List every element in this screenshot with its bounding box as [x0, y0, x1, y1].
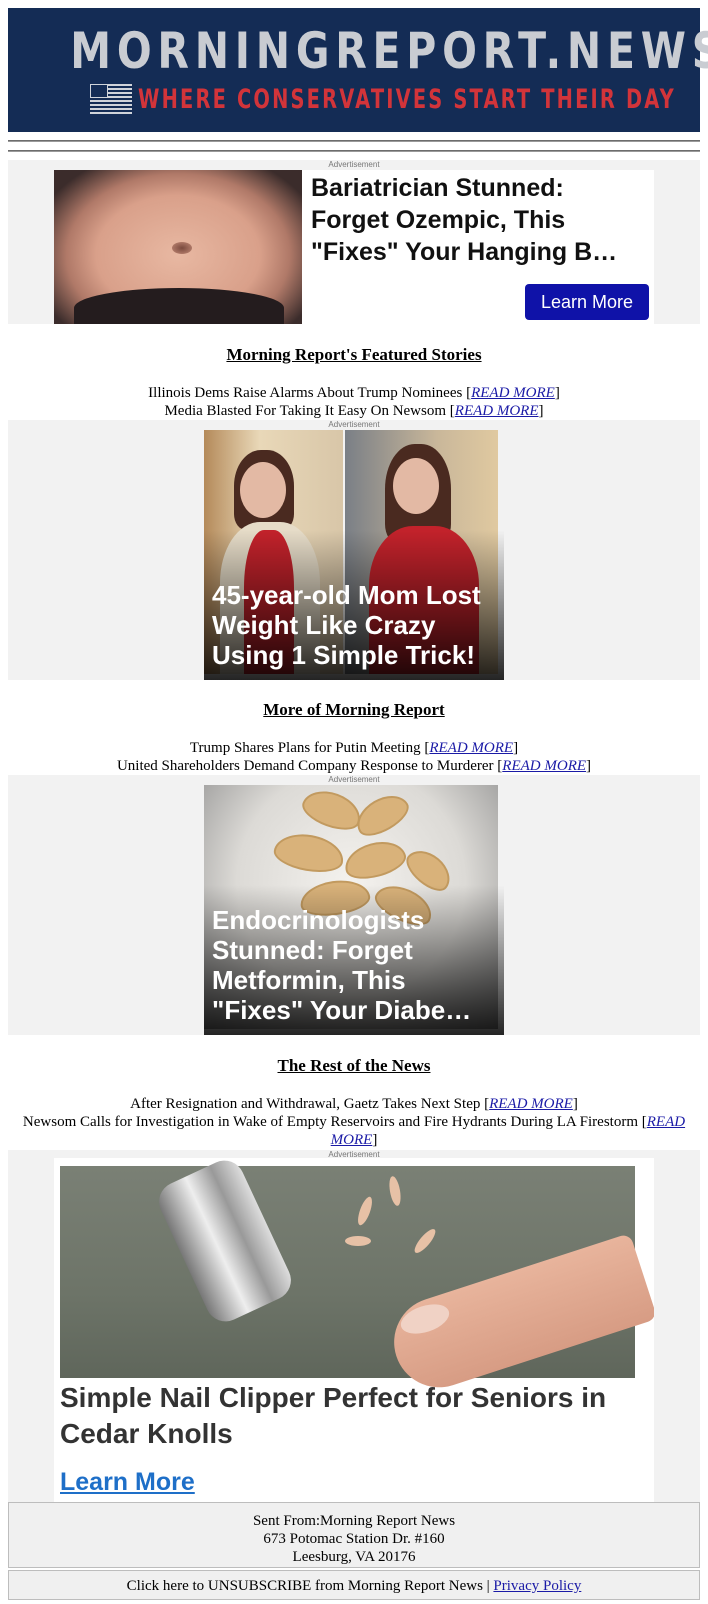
advertisement-block: Advertisement Bariatrician Stunned: Forg…	[8, 160, 700, 324]
story-item: United Shareholders Demand Company Respo…	[116, 758, 592, 774]
advertisement-block: Advertisement Endocrinologists Stunned: …	[8, 775, 700, 1035]
brand-logo-text: MORNINGREPORT.NEWS	[70, 22, 708, 80]
masthead-banner[interactable]: MORNINGREPORT.NEWS WHERE CONSERVATIVES S…	[8, 8, 708, 132]
separator: |	[486, 1578, 490, 1594]
tagline-row: WHERE CONSERVATIVES START THEIR DAY	[90, 82, 708, 116]
story-title: Illinois Dems Raise Alarms About Trump N…	[148, 385, 463, 401]
story-title: Trump Shares Plans for Putin Meeting	[189, 740, 421, 756]
advertisement-block: Advertisement Simple Nail Clipper Perfec…	[8, 1150, 700, 1502]
ad-label: Advertisement	[328, 160, 380, 169]
ad-label: Advertisement	[328, 775, 380, 784]
ad-headline[interactable]: Bariatrician Stunned: Forget Ozempic, Th…	[311, 172, 646, 268]
ad-label: Advertisement	[328, 420, 380, 429]
story-title: Newsom Calls for Investigation in Wake o…	[22, 1114, 638, 1130]
learn-more-link[interactable]: Learn More	[60, 1468, 195, 1497]
section-title: Morning Report's Featured Stories	[226, 345, 482, 364]
footer-address: Sent From:Morning Report News 673 Potoma…	[8, 1502, 700, 1568]
section-title: More of Morning Report	[263, 700, 445, 719]
ad-headline[interactable]: Simple Nail Clipper Perfect for Seniors …	[60, 1380, 635, 1452]
section-title: The Rest of the News	[277, 1056, 431, 1075]
ad-image[interactable]	[54, 170, 302, 324]
unsubscribe-link[interactable]: Click here to UNSUBSCRIBE from Morning R…	[127, 1578, 483, 1594]
ad-nail-clipper[interactable]: Simple Nail Clipper Perfect for Seniors …	[54, 1158, 654, 1502]
read-more-link[interactable]: READ MORE	[429, 740, 513, 756]
read-more-link[interactable]: READ MORE	[471, 385, 555, 401]
ad-image[interactable]	[60, 1158, 654, 1399]
privacy-policy-link[interactable]: Privacy Policy	[493, 1578, 581, 1594]
story-title: After Resignation and Withdrawal, Gaetz …	[130, 1096, 481, 1112]
divider	[8, 140, 700, 142]
read-more-link[interactable]: READ MORE	[502, 758, 586, 774]
read-more-link[interactable]: READ MORE	[489, 1096, 573, 1112]
divider	[8, 150, 700, 152]
story-title: United Shareholders Demand Company Respo…	[116, 758, 494, 774]
ad-caption[interactable]: Endocrinologists Stunned: Forget Metform…	[212, 905, 492, 1025]
story-item: Newsom Calls for Investigation in Wake o…	[22, 1114, 686, 1148]
ad-caption[interactable]: 45-year-old Mom Lost Weight Like Crazy U…	[212, 580, 492, 670]
story-item: After Resignation and Withdrawal, Gaetz …	[130, 1096, 578, 1112]
tagline: WHERE CONSERVATIVES START THEIR DAY	[138, 83, 676, 115]
ad-weight-loss[interactable]: 45-year-old Mom Lost Weight Like Crazy U…	[204, 430, 504, 680]
ad-diabetes[interactable]: Endocrinologists Stunned: Forget Metform…	[204, 785, 504, 1035]
read-more-link[interactable]: READ MORE	[455, 403, 539, 419]
address-line-1: 673 Potomac Station Dr. #160	[263, 1531, 445, 1547]
footer-links: Click here to UNSUBSCRIBE from Morning R…	[8, 1570, 700, 1600]
address-line-2: Leesburg, VA 20176	[292, 1549, 416, 1565]
flag-icon	[90, 84, 132, 114]
story-item: Trump Shares Plans for Putin Meeting [RE…	[189, 740, 519, 756]
story-item: Illinois Dems Raise Alarms About Trump N…	[148, 385, 560, 401]
story-item: Media Blasted For Taking It Easy On News…	[164, 403, 544, 419]
story-title: Media Blasted For Taking It Easy On News…	[164, 403, 447, 419]
advertisement-block: Advertisement 45-year-old Mom Lost Weigh…	[8, 420, 700, 680]
ad-bariatric[interactable]: Bariatrician Stunned: Forget Ozempic, Th…	[54, 170, 654, 324]
learn-more-button[interactable]: Learn More	[525, 284, 649, 320]
sent-from: Sent From:Morning Report News	[252, 1513, 456, 1529]
